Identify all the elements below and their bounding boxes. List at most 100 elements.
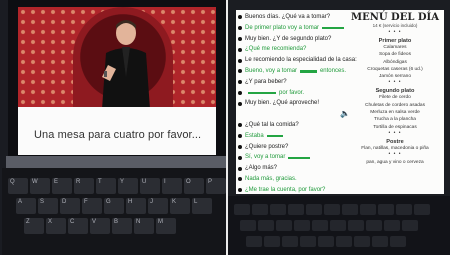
answer-blank[interactable] (322, 26, 345, 30)
bullet (238, 177, 242, 182)
dialogue-tail: entonces. (319, 67, 346, 74)
menu-item: Croquetas caseras (6 ud.) (367, 66, 423, 72)
key-t[interactable]: T (96, 178, 116, 194)
answer-blank[interactable] (266, 134, 283, 138)
bullet (238, 188, 242, 193)
keyboard-key[interactable] (390, 236, 406, 247)
dialogue-line: por favor. (238, 88, 346, 99)
key-z[interactable]: Z (24, 218, 44, 234)
keyboard-key[interactable] (354, 236, 370, 247)
keyboard-key[interactable] (414, 204, 430, 215)
menu-separator: • • • (388, 151, 402, 158)
key-u[interactable]: U (140, 178, 160, 194)
right-photo: Buenos días. ¿Qué va a tomar? De primer p… (228, 0, 450, 255)
key-row (234, 204, 430, 215)
key-j[interactable]: J (148, 198, 168, 214)
dialogue-text: Muy bien. ¿Qué aproveche! (245, 100, 320, 107)
menu-separator: • • • (388, 79, 402, 86)
keyboard-key[interactable] (318, 236, 334, 247)
bullet (238, 123, 242, 128)
bullet (238, 80, 242, 85)
key-r[interactable]: R (74, 178, 94, 194)
dialogue-text: De primer plato voy a tomar (245, 24, 320, 31)
dialogue-line: ¿Y para beber? (238, 77, 346, 88)
keyboard-key[interactable] (294, 220, 310, 231)
worksheet-screen: Buenos días. ¿Qué va a tomar? De primer p… (236, 10, 444, 194)
comedian-figure (102, 20, 150, 107)
dialogue-line: Estaba (238, 131, 346, 142)
key-y[interactable]: Y (118, 178, 138, 194)
keyboard-key[interactable] (252, 204, 268, 215)
keyboard-key[interactable] (258, 220, 274, 231)
keyboard-key[interactable] (348, 220, 364, 231)
key-l[interactable]: L (192, 198, 212, 214)
keyboard-key[interactable] (264, 236, 280, 247)
key-g[interactable]: G (104, 198, 124, 214)
keyboard-key[interactable] (402, 220, 418, 231)
keyboard-key[interactable] (330, 220, 346, 231)
answer-blank[interactable] (248, 91, 276, 95)
dialogue-text: ¿Me trae la cuenta, por favor? (245, 186, 326, 193)
menu-first-list: Calamares Sopa de fideos Albóndigas Croquet… (348, 44, 442, 80)
keyboard-key[interactable] (378, 204, 394, 215)
subtitle-panel: Una mesa para cuatro por favor... (18, 107, 216, 155)
menu-price: 14 € (servicio incluido) (372, 23, 418, 28)
key-w[interactable]: W (30, 178, 50, 194)
menu-second-list: Filete de cerdo Chuletas de cordero asada… (348, 94, 442, 130)
key-c[interactable]: C (68, 218, 88, 234)
key-k[interactable]: K (170, 198, 190, 214)
key-d[interactable]: D (60, 198, 80, 214)
key-i[interactable]: I (162, 178, 182, 194)
key-v[interactable]: V (90, 218, 110, 234)
key-b[interactable]: B (112, 218, 132, 234)
dialogue-text: Estaba (245, 132, 264, 139)
keyboard-key[interactable] (384, 220, 400, 231)
keyboard-key[interactable] (306, 204, 322, 215)
key-f[interactable]: F (82, 198, 102, 214)
menu-item: Albóndigas (383, 59, 407, 65)
dialogue-line (238, 109, 346, 120)
bullet (238, 26, 242, 31)
keyboard-key[interactable] (288, 204, 304, 215)
dialogue-text: Bueno, voy a tomar (245, 67, 298, 74)
keyboard-key[interactable] (366, 220, 382, 231)
keyboard-key[interactable] (396, 204, 412, 215)
dialogue-text: Le recomiendo la especialidad de la casa… (245, 57, 357, 64)
keyboard-key[interactable] (360, 204, 376, 215)
key-m[interactable]: M (156, 218, 176, 234)
video-player[interactable] (18, 7, 216, 107)
keyboard-key[interactable] (270, 204, 286, 215)
keyboard-key[interactable] (276, 220, 292, 231)
keyboard-key[interactable] (312, 220, 328, 231)
key-p[interactable]: P (206, 178, 226, 194)
menu-footer: pan, agua y vino o cerveza (366, 160, 424, 166)
key-n[interactable]: N (134, 218, 154, 234)
key-h[interactable]: H (126, 198, 146, 214)
keyboard-key[interactable] (342, 204, 358, 215)
keyboard-key[interactable] (336, 236, 352, 247)
keyboard-key[interactable] (324, 204, 340, 215)
dialogue-line: Buenos días. ¿Qué va a tomar? (238, 12, 346, 23)
keyboard-key[interactable] (240, 220, 256, 231)
menu-item: Sopa de fideos (378, 52, 411, 58)
bullet (238, 166, 242, 171)
key-o[interactable]: O (184, 178, 204, 194)
dialogue-line: Bueno, voy a tomar entonces. (238, 66, 346, 77)
keyboard-key[interactable] (300, 236, 316, 247)
key-s[interactable]: S (38, 198, 58, 214)
dialogue-line: ¿Quiere postre? (238, 142, 346, 153)
key-a[interactable]: A (16, 198, 36, 214)
menu-item: Chuletas de cordero asadas (365, 102, 425, 108)
key-row-1: QWERTYUIOP (8, 178, 226, 194)
keyboard-key[interactable] (246, 236, 262, 247)
keyboard-key[interactable] (282, 236, 298, 247)
key-x[interactable]: X (46, 218, 66, 234)
answer-blank[interactable] (288, 156, 311, 159)
keyboard-key[interactable] (372, 236, 388, 247)
key-e[interactable]: E (52, 178, 72, 194)
dialogue-text: Muy bien. ¿Y de segundo plato? (245, 35, 332, 42)
dialogue-line: Nada más, gracias. (238, 174, 346, 185)
answer-blank[interactable] (300, 70, 317, 73)
keyboard-key[interactable] (234, 204, 250, 215)
key-q[interactable]: Q (8, 178, 28, 194)
